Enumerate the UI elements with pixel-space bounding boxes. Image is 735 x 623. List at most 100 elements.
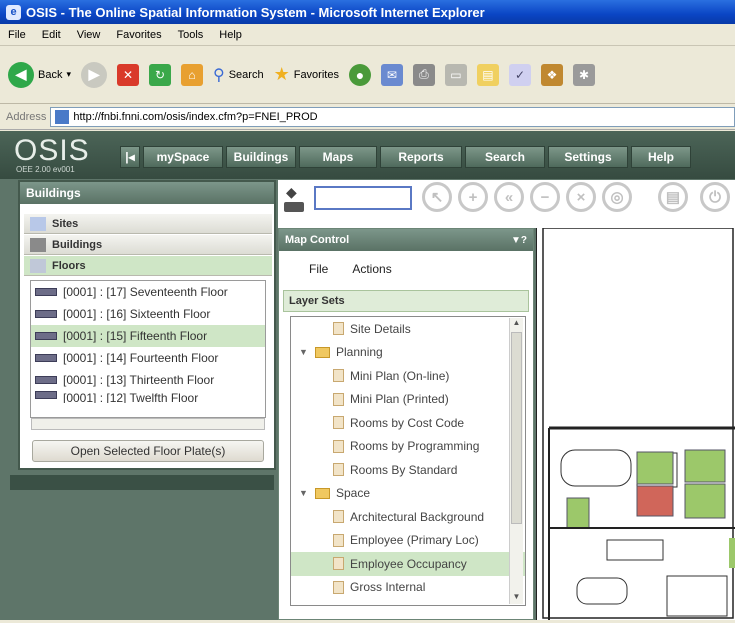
- accordion-floors[interactable]: Floors: [24, 256, 272, 276]
- folder-icon: [315, 346, 330, 358]
- window-title-bar: e OSIS - The Online Spatial Information …: [0, 0, 735, 24]
- tree-item[interactable]: Rooms by Programming: [291, 435, 525, 459]
- layer-toggle-icon[interactable]: [284, 202, 304, 212]
- sites-icon: [30, 216, 46, 231]
- search-button[interactable]: ⚲ Search: [213, 65, 264, 85]
- floor-list-hscroll[interactable]: [31, 418, 265, 430]
- open-floor-plate-button[interactable]: Open Selected Floor Plate(s): [32, 440, 264, 462]
- address-bar: Address http://fnbi.fnni.com/osis/index.…: [0, 104, 735, 130]
- window-title: OSIS - The Online Spatial Information Sy…: [26, 4, 485, 20]
- discuss-icon[interactable]: ▤: [476, 63, 499, 86]
- nav-maps[interactable]: Maps: [299, 146, 377, 168]
- map-search-input[interactable]: [314, 186, 412, 210]
- browser-menu-bar: File Edit View Favorites Tools Help: [0, 24, 735, 46]
- floor-item[interactable]: [0001] : [12] Twelfth Floor: [31, 391, 265, 403]
- mail-icon[interactable]: ✉: [380, 63, 403, 86]
- tree-label: Space: [336, 486, 371, 501]
- tree-label: Rooms by Programming: [350, 439, 480, 454]
- nav-settings[interactable]: Settings: [548, 146, 628, 168]
- zoom-extent-icon[interactable]: ◎: [602, 182, 632, 212]
- map-control-title: Map Control ▼?: [279, 229, 533, 251]
- tree-folder[interactable]: ▼ Planning: [291, 341, 525, 365]
- tree-label: Gross Internal: [350, 580, 426, 595]
- media-icon[interactable]: ●: [348, 63, 371, 86]
- research-icon[interactable]: ❖: [540, 63, 563, 86]
- ie-logo-icon: e: [6, 4, 21, 20]
- osis-logo: OSIS: [14, 134, 90, 167]
- tree-item[interactable]: Rooms by Cost Code: [291, 411, 525, 435]
- tree-folder[interactable]: ▼ Space: [291, 482, 525, 506]
- layer-doc-icon: [333, 557, 344, 571]
- pan-arrows-icon[interactable]: ◆: [286, 184, 297, 201]
- layer-sets-header[interactable]: Layer Sets: [283, 290, 529, 312]
- tree-item[interactable]: Architectural Background: [291, 505, 525, 529]
- floor-item-selected[interactable]: [0001] : [15] Fifteenth Floor: [31, 325, 265, 347]
- home-icon[interactable]: ⌂: [181, 63, 203, 86]
- filter-help-icon[interactable]: ▼?: [511, 235, 527, 246]
- print-icon[interactable]: ⎙: [412, 63, 435, 86]
- floor-plan-map[interactable]: [536, 227, 735, 620]
- buildings-panel-title: Buildings: [20, 182, 274, 204]
- map-control-menu: File Actions: [279, 256, 533, 282]
- floors-icon: [30, 258, 46, 273]
- tree-label: Rooms By Standard: [350, 462, 458, 477]
- nav-search[interactable]: Search: [465, 146, 545, 168]
- zoom-select-icon[interactable]: ↖: [422, 182, 452, 212]
- layer-doc-icon: [333, 369, 344, 383]
- power-icon[interactable]: ⏻: [700, 182, 730, 212]
- nav-myspace[interactable]: mySpace: [143, 146, 223, 168]
- floor-item[interactable]: [0001] : [16] Sixteenth Floor: [31, 303, 265, 325]
- zoom-out-icon[interactable]: −: [530, 182, 560, 212]
- menu-tools[interactable]: Tools: [178, 29, 204, 41]
- spelling-icon[interactable]: ✓: [508, 63, 531, 86]
- tree-label: Employee (Primary Loc): [350, 533, 479, 548]
- copy-icon[interactable]: ▤: [658, 182, 688, 212]
- nav-help[interactable]: Help: [631, 146, 691, 168]
- tree-label: Site Details: [350, 321, 411, 336]
- tree-item[interactable]: Site Details: [291, 317, 525, 341]
- nav-reports[interactable]: Reports: [380, 146, 462, 168]
- tree-item[interactable]: Rooms By Standard: [291, 458, 525, 482]
- messenger-icon[interactable]: ✱: [572, 63, 595, 86]
- menu-help[interactable]: Help: [219, 29, 242, 41]
- magnifier-icon: ⚲: [213, 66, 225, 84]
- scroll-thumb[interactable]: [511, 332, 522, 524]
- nav-buildings[interactable]: Buildings: [226, 146, 296, 168]
- favorites-button[interactable]: ★ Favorites: [274, 64, 339, 85]
- floor-item[interactable]: [0001] : [14] Fourteenth Floor: [31, 347, 265, 369]
- floor-icon: [35, 391, 57, 399]
- menu-edit[interactable]: Edit: [42, 29, 61, 41]
- expand-arrow-icon[interactable]: ▼: [299, 488, 309, 498]
- stop-icon[interactable]: ✕: [117, 63, 139, 86]
- menu-view[interactable]: View: [77, 29, 101, 41]
- accordion-buildings[interactable]: Buildings: [24, 235, 272, 255]
- accordion-sites[interactable]: Sites: [24, 214, 272, 234]
- menu-file[interactable]: File: [309, 262, 328, 276]
- menu-file[interactable]: File: [8, 29, 26, 41]
- tree-item[interactable]: Employee (Primary Loc): [291, 529, 525, 553]
- forward-arrow-icon[interactable]: ▶: [81, 61, 107, 88]
- layer-tree-scrollbar[interactable]: ▲ ▼: [509, 318, 523, 604]
- collapse-icon[interactable]: |◂: [120, 146, 140, 168]
- clear-icon[interactable]: ×: [566, 182, 596, 212]
- tree-item[interactable]: Employee Occupancy: [291, 552, 525, 576]
- panel-footer-bar: [10, 475, 274, 490]
- back-button[interactable]: ◀ Back ▾: [8, 61, 71, 88]
- edit-icon[interactable]: ▭: [444, 63, 467, 86]
- floor-plan-drawing: [542, 227, 735, 620]
- main-nav: |◂ mySpace Buildings Maps Reports Search…: [120, 146, 691, 168]
- expand-arrow-icon[interactable]: ▼: [299, 347, 309, 357]
- zoom-previous-icon[interactable]: «: [494, 182, 524, 212]
- tree-item[interactable]: Mini Plan (Printed): [291, 388, 525, 412]
- menu-actions[interactable]: Actions: [352, 262, 391, 276]
- menu-favorites[interactable]: Favorites: [116, 29, 161, 41]
- tree-item[interactable]: Gross Internal: [291, 576, 525, 600]
- address-url: http://fnbi.fnni.com/osis/index.cfm?p=FN…: [73, 110, 318, 123]
- floor-item[interactable]: [0001] : [17] Seventeenth Floor: [31, 281, 265, 303]
- floor-item[interactable]: [0001] : [13] Thirteenth Floor: [31, 369, 265, 391]
- refresh-icon[interactable]: ↻: [149, 63, 171, 86]
- zoom-in-icon[interactable]: +: [458, 182, 488, 212]
- browser-toolbar: ◀ Back ▾ ▶ ✕ ↻ ⌂ ⚲ Search ★ Favorites ● ✉ ⎙ …: [0, 46, 735, 104]
- address-input[interactable]: http://fnbi.fnni.com/osis/index.cfm?p=FN…: [50, 106, 735, 127]
- tree-item[interactable]: Mini Plan (On-line): [291, 364, 525, 388]
